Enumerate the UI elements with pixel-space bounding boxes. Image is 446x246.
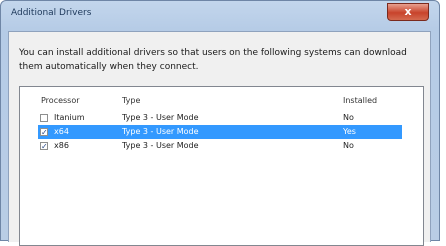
- drivers-list[interactable]: Processor Type Installed Itanium Type 3 …: [19, 86, 424, 246]
- dialog-body: You can install additional drivers so th…: [8, 31, 431, 246]
- row-installed: No: [343, 113, 354, 122]
- window-title: Additional Drivers: [11, 8, 92, 18]
- list-header: Processor Type Installed: [20, 87, 423, 109]
- title-bar[interactable]: Additional Drivers x: [1, 1, 439, 31]
- row-processor: Itanium: [54, 113, 85, 122]
- close-icon: x: [404, 5, 412, 18]
- checkbox-icon[interactable]: ✓: [40, 142, 48, 151]
- description-text: You can install additional drivers so th…: [19, 48, 407, 72]
- row-type: Type 3 - User Mode: [122, 141, 199, 150]
- list-row-x86[interactable]: ✓ x86 Type 3 - User Mode No: [38, 139, 402, 153]
- row-processor: x86: [54, 141, 69, 150]
- column-header-type[interactable]: Type: [122, 96, 140, 105]
- column-header-installed[interactable]: Installed: [343, 96, 377, 105]
- row-processor: x64: [54, 127, 69, 136]
- row-type: Type 3 - User Mode: [122, 127, 199, 136]
- list-row-x64[interactable]: ✓ x64 Type 3 - User Mode Yes: [38, 125, 402, 139]
- list-row-itanium[interactable]: Itanium Type 3 - User Mode No: [38, 111, 402, 125]
- close-button[interactable]: x: [387, 3, 429, 21]
- checkbox-icon[interactable]: [40, 114, 48, 122]
- additional-drivers-dialog: Additional Drivers x You can install add…: [0, 0, 440, 246]
- column-header-processor[interactable]: Processor: [41, 96, 80, 105]
- checkbox-icon[interactable]: ✓: [40, 128, 48, 137]
- row-installed: Yes: [343, 127, 356, 136]
- row-type: Type 3 - User Mode: [122, 113, 199, 122]
- row-installed: No: [343, 141, 354, 150]
